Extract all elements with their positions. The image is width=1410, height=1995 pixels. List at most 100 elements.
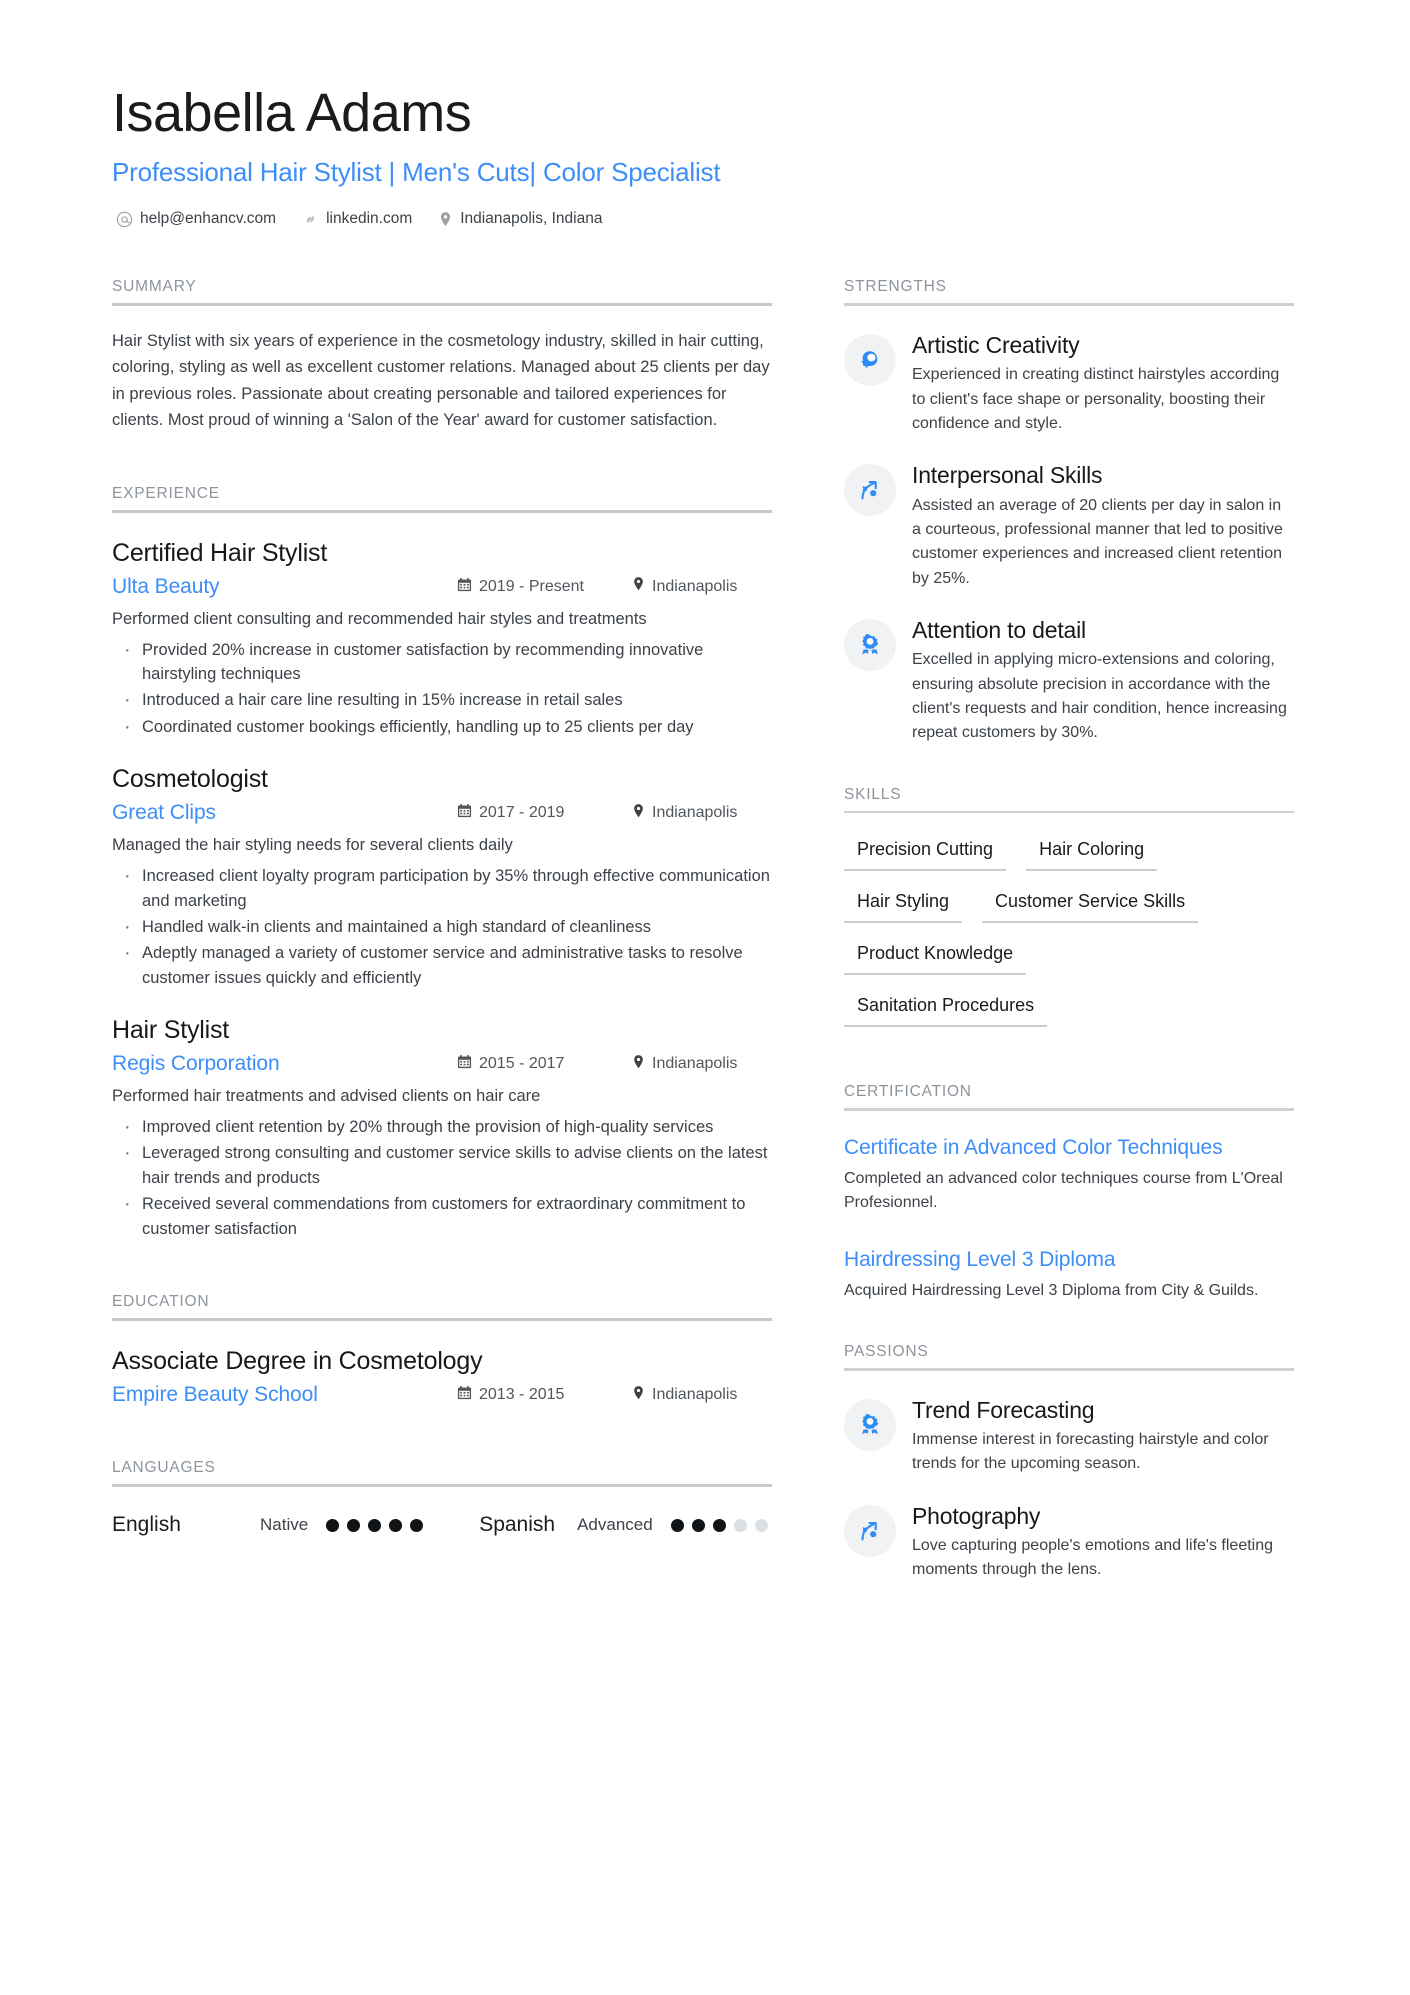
skill-tag[interactable]: Precision Cutting	[844, 835, 1007, 872]
section-experience: EXPERIENCE Certified Hair Stylist Ulta B…	[112, 485, 772, 1241]
strength-description: Assisted an average of 20 clients per da…	[912, 496, 1283, 587]
skill-tag[interactable]: Customer Service Skills	[982, 887, 1199, 924]
section-divider	[112, 1484, 772, 1488]
certification-title[interactable]: Certificate in Advanced Color Techniques	[844, 1135, 1294, 1160]
skill-tag-list: Precision Cutting Hair Coloring Hair Sty…	[844, 835, 1294, 1028]
rating-dot	[326, 1518, 340, 1532]
location-pin-icon	[632, 803, 645, 824]
skill-tag[interactable]: Hair Styling	[844, 887, 963, 924]
skill-tag-row: Product Knowledge	[844, 939, 1294, 976]
passion-description: Immense interest in forecasting hairstyl…	[912, 1430, 1269, 1473]
growth-arrow-icon	[844, 464, 896, 517]
resume-header: Isabella Adams Professional Hair Stylist…	[112, 83, 1298, 228]
skill-tag-row: Precision Cutting Hair Coloring	[844, 835, 1294, 872]
job-bullets: Improved client retention by 20% through…	[112, 1113, 772, 1241]
bullet-item: Increased client loyalty program partici…	[112, 862, 772, 913]
passion-item: Photography Love capturing people's emot…	[844, 1503, 1294, 1583]
rating-dot	[410, 1518, 424, 1532]
skill-tag[interactable]: Product Knowledge	[844, 939, 1027, 976]
contact-location: Indianapolis, Indiana	[438, 210, 602, 228]
language-rating-dots	[326, 1518, 424, 1532]
certification-description: Completed an advanced color techniques c…	[844, 1169, 1283, 1211]
contact-linkedin-text: linkedin.com	[326, 210, 413, 228]
section-education: EDUCATION Associate Degree in Cosmetolog…	[112, 1293, 772, 1407]
calendar-icon	[457, 1385, 472, 1405]
strength-item: Artistic Creativity Experienced in creat…	[844, 332, 1294, 436]
passion-title: Photography	[912, 1502, 1041, 1529]
section-divider	[112, 303, 772, 307]
contact-email[interactable]: help@enhancv.com	[116, 210, 276, 228]
section-heading-languages: LANGUAGES	[112, 1459, 216, 1477]
skill-tag[interactable]: Hair Coloring	[1026, 835, 1158, 872]
location-pin-icon	[438, 211, 453, 228]
skill-tag[interactable]: Sanitation Procedures	[844, 991, 1048, 1028]
calendar-icon	[457, 577, 472, 597]
professional-headline: Professional Hair Stylist | Men's Cuts| …	[112, 157, 721, 188]
rating-dot	[347, 1518, 361, 1532]
link-icon	[302, 211, 319, 228]
calendar-icon	[457, 803, 472, 823]
head-idea-icon	[844, 333, 896, 386]
certification-item: Certificate in Advanced Color Techniques…	[844, 1135, 1294, 1215]
rating-dot	[691, 1518, 705, 1532]
entry-location: Indianapolis	[632, 1054, 772, 1075]
company-name[interactable]: Great Clips	[112, 801, 457, 825]
entry-date: 2019 - Present	[457, 577, 632, 597]
right-column: STRENGTHS Artistic Creativity Experience…	[844, 278, 1294, 1582]
entry-date-text: 2013 - 2015	[479, 1386, 565, 1404]
company-name[interactable]: Regis Corporation	[112, 1052, 457, 1076]
bullet-item: Provided 20% increase in customer satisf…	[112, 636, 772, 687]
company-name[interactable]: Ulta Beauty	[112, 575, 457, 599]
rating-dot	[670, 1518, 684, 1532]
languages-row: English Native Spanish Advanced	[112, 1513, 772, 1537]
language-item: English Native	[112, 1513, 424, 1537]
summary-text: Hair Stylist with six years of experienc…	[112, 332, 770, 429]
bullet-item: Received several commendations from cust…	[112, 1190, 772, 1241]
entry-location-text: Indianapolis	[652, 804, 738, 822]
language-rating-dots	[670, 1518, 768, 1532]
entry-location-text: Indianapolis	[652, 1055, 738, 1073]
section-heading-strengths: STRENGTHS	[844, 278, 947, 296]
language-level: Advanced	[577, 1515, 653, 1535]
passion-description: Love capturing people's emotions and lif…	[912, 1537, 1274, 1579]
certification-title[interactable]: Hairdressing Level 3 Diploma	[844, 1247, 1294, 1272]
contact-linkedin[interactable]: linkedin.com	[302, 210, 412, 228]
passion-item: Trend Forecasting Immense interest in fo…	[844, 1397, 1294, 1477]
entry-location-text: Indianapolis	[652, 1386, 738, 1404]
section-summary: SUMMARY Hair Stylist with six years of e…	[112, 278, 772, 432]
strength-description: Excelled in applying micro-extensions an…	[912, 651, 1287, 742]
section-divider	[844, 1368, 1294, 1371]
school-name[interactable]: Empire Beauty School	[112, 1383, 457, 1407]
section-divider	[112, 509, 772, 513]
experience-entry: Cosmetologist Great Clips 2017 - 2019 In…	[112, 765, 772, 990]
section-divider	[844, 303, 1294, 306]
entry-meta: Regis Corporation 2015 - 2017 Indianapol…	[112, 1052, 772, 1076]
job-summary: Performed hair treatments and advised cl…	[112, 1087, 541, 1106]
section-certification: CERTIFICATION Certificate in Advanced Co…	[844, 1083, 1294, 1303]
job-bullets: Increased client loyalty program partici…	[112, 862, 772, 990]
degree-title: Associate Degree in Cosmetology	[112, 1347, 483, 1376]
section-heading-passions: PASSIONS	[844, 1343, 929, 1361]
bullet-item: Introduced a hair care line resulting in…	[112, 686, 772, 716]
rating-dot	[754, 1518, 768, 1532]
entry-meta: Empire Beauty School 2013 - 2015 Indiana…	[112, 1383, 772, 1407]
job-summary: Managed the hair styling needs for sever…	[112, 836, 513, 855]
passion-title: Trend Forecasting	[912, 1396, 1095, 1423]
contact-email-text: help@enhancv.com	[140, 210, 277, 228]
bullet-item: Handled walk-in clients and maintained a…	[112, 913, 772, 943]
strength-description: Experienced in creating distinct hairsty…	[912, 366, 1280, 432]
section-skills: SKILLS Precision Cutting Hair Coloring H…	[844, 786, 1294, 1028]
section-languages: LANGUAGES English Native Spanish Advance…	[112, 1459, 772, 1537]
job-title: Hair Stylist	[112, 1016, 230, 1045]
entry-location-text: Indianapolis	[652, 577, 738, 595]
rating-dot	[712, 1518, 726, 1532]
contact-location-text: Indianapolis, Indiana	[460, 210, 603, 228]
resume-body: SUMMARY Hair Stylist with six years of e…	[112, 278, 1298, 1582]
job-title: Certified Hair Stylist	[112, 538, 328, 567]
section-heading-summary: SUMMARY	[112, 278, 197, 296]
location-pin-icon	[632, 576, 645, 597]
section-heading-education: EDUCATION	[112, 1293, 210, 1311]
rating-dot	[733, 1518, 747, 1532]
award-ribbon-icon	[844, 618, 896, 671]
email-icon	[116, 211, 133, 228]
